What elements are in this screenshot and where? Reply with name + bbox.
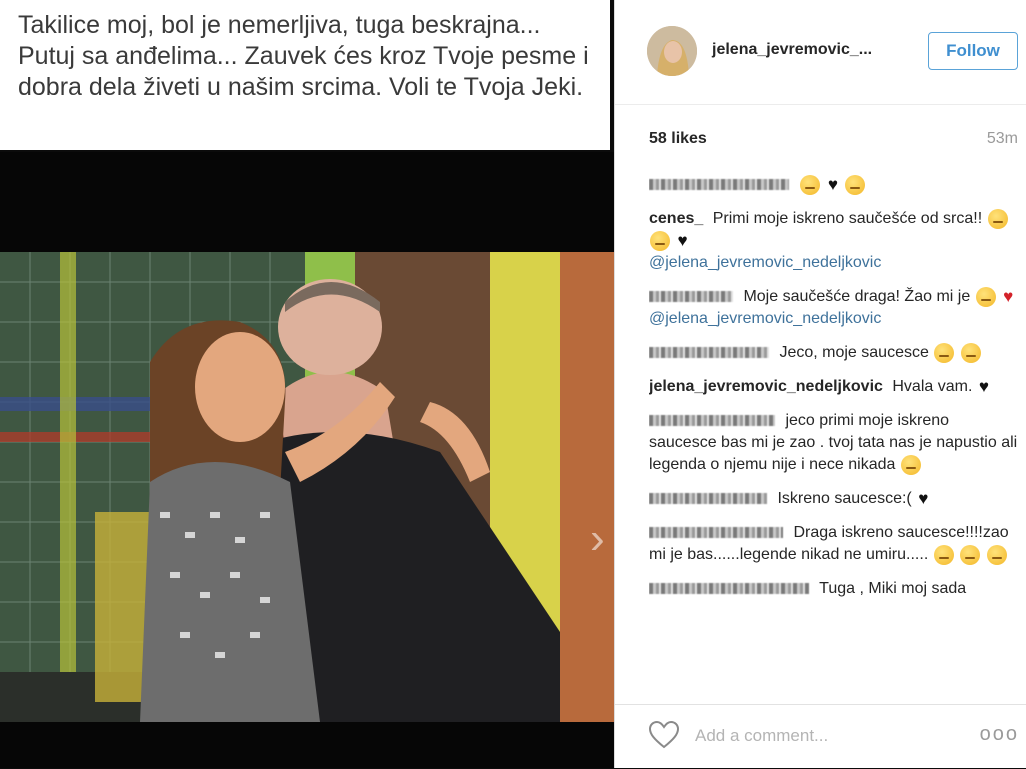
heart-emoji-icon: ♥ (978, 376, 989, 396)
crying-emoji-icon (986, 544, 1007, 565)
comment-text: Iskreno saucesce:( (777, 490, 912, 507)
avatar-image (647, 26, 697, 76)
comment-mention[interactable]: @jelena_jevremovic_nedeljkovic (649, 310, 881, 327)
more-options-icon[interactable]: ooo (980, 723, 1019, 746)
sad-emoji-icon (987, 208, 1008, 229)
avatar[interactable] (647, 26, 697, 76)
chevron-right-icon[interactable]: › (590, 517, 614, 565)
post-panel: jelena_jevremovic_... Follow 58 likes 53… (614, 0, 1026, 768)
sad-emoji-icon (845, 174, 866, 195)
comment-item: ♥ (649, 174, 1021, 196)
sad-emoji-icon (900, 454, 921, 475)
smile-emoji-icon (800, 174, 821, 195)
sad-emoji-icon (960, 342, 981, 363)
comment-item: jeco primi moje iskreno saucesce bas mi … (649, 410, 1021, 476)
red-heart-emoji-icon: ♥ (1003, 286, 1014, 306)
blurred-username (649, 179, 789, 191)
caption-text: Takilice moj, bol je nemerljiva, tuga be… (18, 11, 589, 101)
comment-item: jelena_jevremovic_nedeljkovic Hvala vam.… (649, 376, 1021, 398)
comment-item: Iskreno saucesce:( ♥ (649, 488, 1021, 510)
comment-author[interactable]: jelena_jevremovic_nedeljkovic (649, 378, 883, 395)
post-caption: Takilice moj, bol je nemerljiva, tuga be… (0, 0, 610, 150)
comment-text: Hvala vam. (892, 378, 973, 395)
sad-emoji-icon (934, 342, 955, 363)
likes-count[interactable]: 58 likes (649, 130, 707, 148)
comment-item: Draga iskreno saucesce!!!!zao mi je bas.… (649, 522, 1021, 566)
comment-item: Moje saučešće draga! Žao mi je ♥ @jelena… (649, 286, 1021, 330)
comment-mention[interactable]: @jelena_jevremovic_nedeljkovic (649, 254, 881, 271)
blurred-username (649, 527, 783, 539)
heart-emoji-icon: ♥ (827, 174, 838, 194)
crying-emoji-icon (960, 544, 981, 565)
add-comment-input[interactable] (693, 721, 947, 751)
sad-emoji-icon (975, 286, 996, 307)
blurred-username (649, 291, 733, 303)
comment-item: cenes_ Primi moje iskreno saučešće od sr… (649, 208, 1021, 274)
comment-text: Tuga , Miki moj sada (819, 580, 967, 597)
heart-emoji-icon: ♥ (918, 488, 929, 508)
comment-text: Primi moje iskreno saučešće od srca!! (712, 210, 983, 227)
crying-emoji-icon (933, 544, 954, 565)
heart-emoji-icon: ♥ (677, 230, 688, 250)
blurred-username (649, 415, 775, 427)
comment-author[interactable]: cenes_ (649, 210, 703, 227)
crying-emoji-icon (650, 230, 670, 251)
blurred-username (649, 347, 769, 359)
comment-text: Jeco, moje saucesce (779, 344, 929, 361)
comment-item: Tuga , Miki moj sada (649, 578, 1021, 600)
heart-outline-icon[interactable] (648, 720, 680, 750)
post-footer: ooo (615, 704, 1026, 769)
comments-list: ♥ cenes_ Primi moje iskreno saučešće od … (649, 174, 1021, 696)
post-time: 53m (986, 130, 1018, 147)
comment-item: Jeco, moje saucesce (649, 342, 1021, 364)
comment-text: Moje saučešće draga! Žao mi je (743, 288, 971, 305)
post-header: jelena_jevremovic_... Follow (615, 0, 1026, 105)
follow-button[interactable]: Follow (928, 32, 1018, 70)
username[interactable]: jelena_jevremovic_... (712, 41, 872, 59)
blurred-username (649, 583, 809, 595)
blurred-username (649, 493, 767, 505)
photo-image (0, 252, 614, 768)
post-photo[interactable]: › (0, 152, 614, 768)
